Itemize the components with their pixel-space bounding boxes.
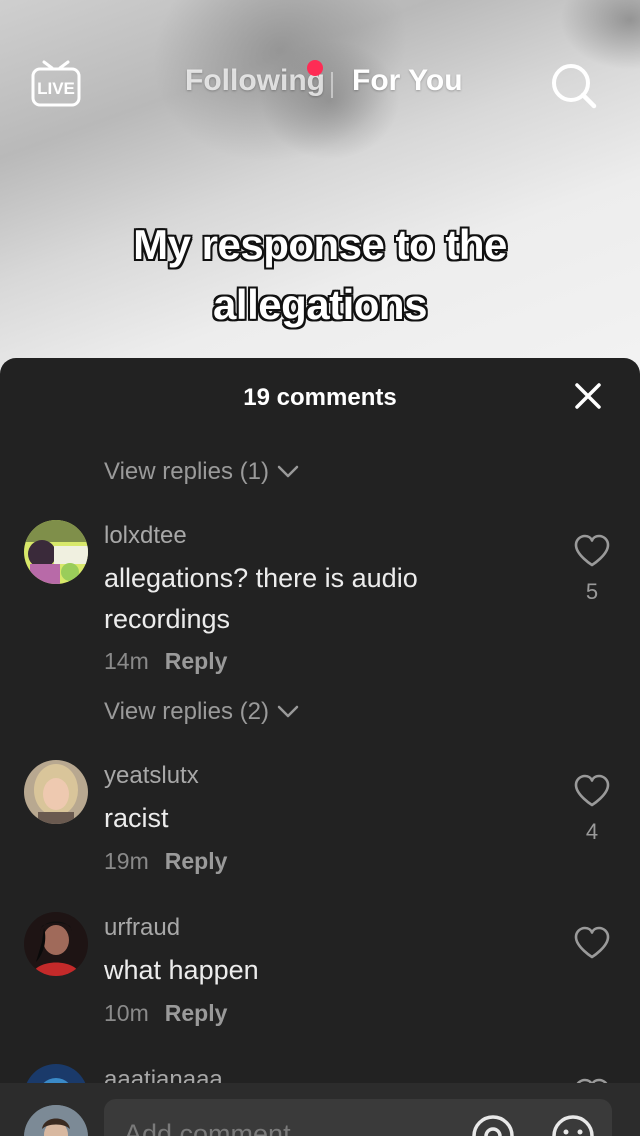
heart-icon bbox=[574, 774, 610, 807]
avatar[interactable] bbox=[24, 520, 88, 584]
comment-input-placeholder: Add comment... bbox=[124, 1119, 314, 1136]
view-replies-label: View replies (1) bbox=[104, 458, 269, 485]
avatar[interactable] bbox=[24, 912, 88, 976]
video-caption: My response to the allegations bbox=[133, 221, 507, 328]
chevron-down-icon bbox=[277, 705, 299, 718]
search-icon[interactable] bbox=[548, 60, 598, 110]
comment-text: what happen bbox=[104, 955, 259, 985]
like-button[interactable]: 4 bbox=[572, 774, 612, 845]
comment-input[interactable]: Add comment... bbox=[104, 1099, 612, 1136]
view-replies-button[interactable]: View replies (1) bbox=[104, 458, 299, 486]
comment-meta: 19m Reply bbox=[104, 848, 227, 875]
comment-input-bar: Add comment... bbox=[0, 1083, 640, 1136]
comments-sheet: 19 comments View replies (1) lolxdtee al… bbox=[0, 358, 640, 1136]
view-replies-label: View replies (2) bbox=[104, 698, 269, 725]
comment-time: 10m bbox=[104, 1000, 149, 1026]
mention-icon[interactable] bbox=[470, 1113, 516, 1136]
comment-username[interactable]: lolxdtee bbox=[104, 522, 187, 550]
comment-time: 14m bbox=[104, 648, 149, 674]
avatar[interactable] bbox=[24, 760, 88, 824]
tab-following[interactable]: Following bbox=[185, 64, 325, 98]
comment-meta: 14m Reply bbox=[104, 648, 227, 675]
notification-dot bbox=[307, 60, 323, 76]
view-replies-button[interactable]: View replies (2) bbox=[104, 698, 299, 726]
comment-username[interactable]: urfraud bbox=[104, 914, 180, 942]
comment-text: racist bbox=[104, 803, 169, 833]
reply-button[interactable]: Reply bbox=[165, 848, 228, 874]
comment-username[interactable]: yeatslutx bbox=[104, 762, 199, 790]
like-button[interactable]: 5 bbox=[572, 534, 612, 605]
emoji-icon[interactable] bbox=[550, 1113, 596, 1136]
chevron-down-icon bbox=[277, 465, 299, 478]
my-avatar bbox=[24, 1105, 88, 1136]
close-icon[interactable] bbox=[572, 380, 604, 412]
comment-text: allegations? there is audio recordings bbox=[104, 563, 418, 634]
comment-time: 19m bbox=[104, 848, 149, 874]
video-player[interactable] bbox=[0, 0, 640, 400]
tab-for-you[interactable]: For You bbox=[352, 64, 463, 98]
comments-count-title: 19 comments bbox=[243, 384, 397, 411]
screen: LIVE Following For You My response to th… bbox=[0, 0, 640, 1136]
comment-meta: 10m Reply bbox=[104, 1000, 227, 1027]
heart-icon bbox=[574, 534, 610, 567]
heart-icon bbox=[574, 926, 610, 959]
like-button[interactable] bbox=[572, 926, 612, 971]
live-icon[interactable]: LIVE bbox=[30, 58, 82, 108]
reply-button[interactable]: Reply bbox=[165, 1000, 228, 1026]
reply-button[interactable]: Reply bbox=[165, 648, 228, 674]
live-label: LIVE bbox=[37, 79, 75, 98]
like-count: 5 bbox=[585, 579, 599, 604]
like-count: 4 bbox=[585, 819, 599, 844]
nav-divider bbox=[331, 72, 333, 98]
